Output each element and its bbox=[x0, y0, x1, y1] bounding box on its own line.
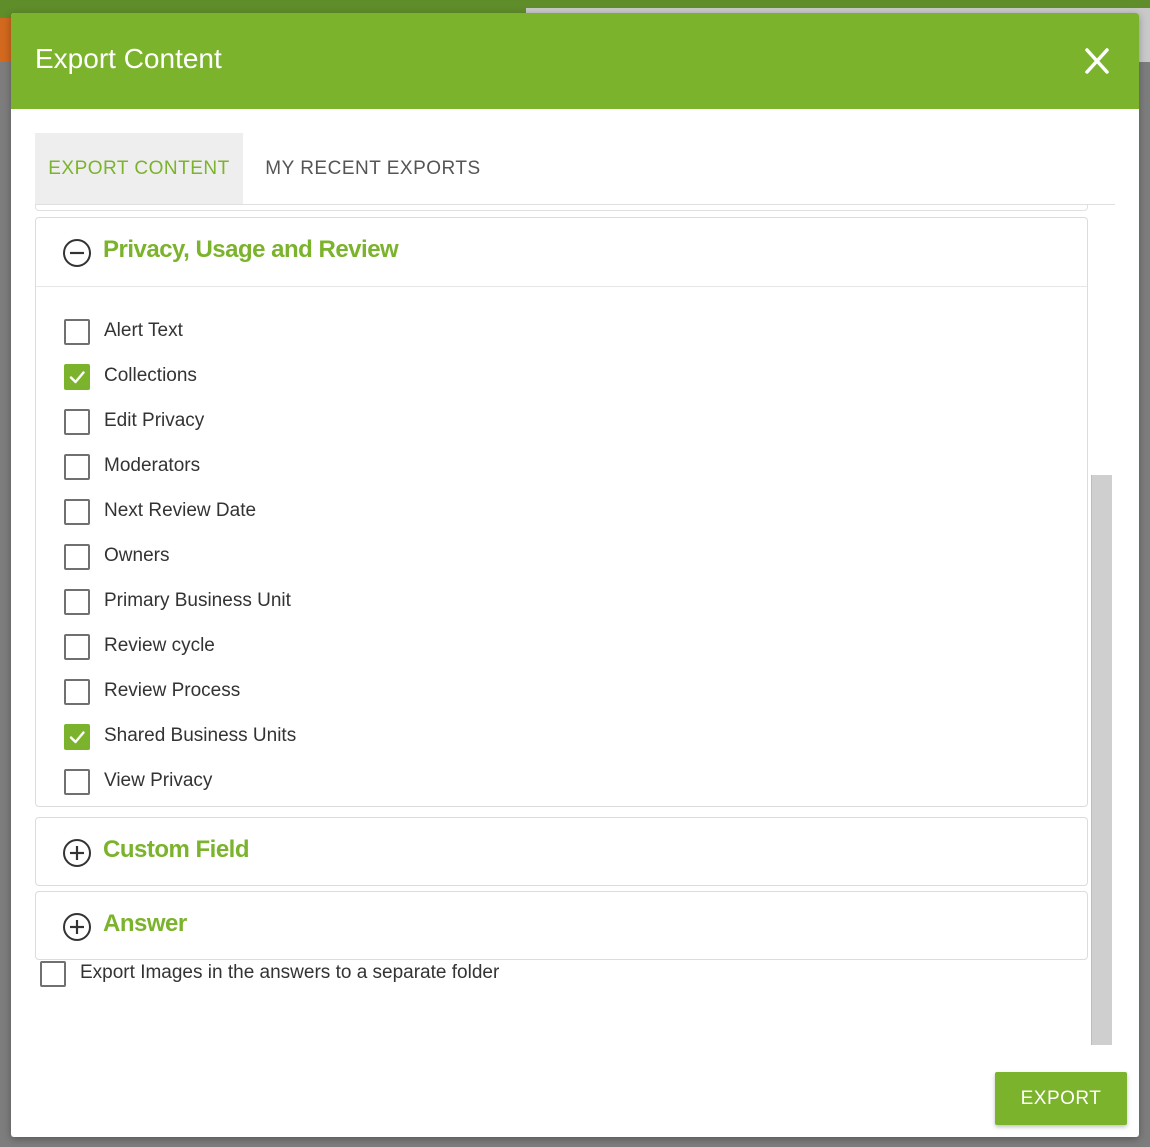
option-label: Primary Business Unit bbox=[104, 590, 291, 611]
close-icon bbox=[1085, 48, 1109, 74]
option-row[interactable]: Moderators bbox=[36, 444, 1087, 489]
export-button[interactable]: EXPORT bbox=[995, 1072, 1127, 1125]
section-answer: Answer bbox=[35, 891, 1088, 960]
option-row[interactable]: Edit Privacy bbox=[36, 399, 1087, 444]
previous-section-edge bbox=[35, 205, 1088, 211]
section-options-list: Alert Text Collections Edit Privacy Moderat… bbox=[36, 286, 1087, 806]
option-label: Shared Business Units bbox=[104, 725, 297, 746]
checkbox-unchecked[interactable] bbox=[64, 679, 90, 705]
option-row[interactable]: Primary Business Unit bbox=[36, 579, 1087, 624]
checkbox-unchecked[interactable] bbox=[64, 499, 90, 525]
export-images-label: Export Images in the answers to a separa… bbox=[80, 962, 500, 983]
close-button[interactable] bbox=[1079, 45, 1115, 77]
section-custom-field: Custom Field bbox=[35, 817, 1088, 886]
checkbox-unchecked[interactable] bbox=[64, 409, 90, 435]
checkbox-unchecked[interactable] bbox=[64, 544, 90, 570]
section-header-custom-field[interactable]: Custom Field bbox=[36, 818, 1087, 886]
option-row[interactable]: Shared Business Units bbox=[36, 714, 1087, 759]
option-label: Review cycle bbox=[104, 635, 215, 656]
tab-export-content[interactable]: EXPORT CONTENT bbox=[35, 133, 243, 204]
checkbox-checked[interactable] bbox=[64, 364, 90, 390]
section-header-privacy-usage-review[interactable]: Privacy, Usage and Review bbox=[36, 218, 1087, 286]
option-label: View Privacy bbox=[104, 770, 213, 791]
minus-circle-icon bbox=[63, 239, 91, 267]
checkbox-unchecked[interactable] bbox=[64, 589, 90, 615]
section-title: Answer bbox=[103, 910, 187, 937]
background-content-left bbox=[0, 62, 11, 1147]
background-content-right bbox=[1139, 62, 1150, 1147]
plus-circle-icon bbox=[63, 913, 91, 941]
checkmark-icon bbox=[69, 371, 85, 384]
option-row[interactable]: Review cycle bbox=[36, 624, 1087, 669]
option-row[interactable]: Next Review Date bbox=[36, 489, 1087, 534]
background-footer bbox=[0, 1137, 1150, 1147]
option-label: Alert Text bbox=[104, 320, 183, 341]
checkbox-unchecked[interactable] bbox=[64, 454, 90, 480]
checkmark-icon bbox=[69, 731, 85, 744]
tab-my-recent-exports[interactable]: MY RECENT EXPORTS bbox=[243, 133, 503, 204]
option-row[interactable]: Owners bbox=[36, 534, 1087, 579]
option-label: Review Process bbox=[104, 680, 241, 701]
modal-title: Export Content bbox=[35, 43, 222, 74]
section-header-answer[interactable]: Answer bbox=[36, 892, 1087, 960]
checkbox-unchecked[interactable] bbox=[64, 319, 90, 345]
option-row[interactable]: Collections bbox=[36, 354, 1087, 399]
option-label: Owners bbox=[104, 545, 170, 566]
option-label: Next Review Date bbox=[104, 500, 257, 521]
option-row[interactable]: Alert Text bbox=[36, 309, 1087, 354]
option-label: Edit Privacy bbox=[104, 410, 205, 431]
checkbox-checked[interactable] bbox=[64, 724, 90, 750]
checkbox-unchecked[interactable] bbox=[64, 769, 90, 795]
plus-circle-icon bbox=[63, 839, 91, 867]
export-content-modal: Export Content EXPORT CONTENT MY RECENT … bbox=[11, 13, 1139, 1137]
option-label: Moderators bbox=[104, 455, 201, 476]
option-label: Collections bbox=[104, 365, 197, 386]
checkbox-unchecked[interactable] bbox=[64, 634, 90, 660]
section-privacy-usage-review: Privacy, Usage and Review Alert Text Coll… bbox=[35, 217, 1088, 807]
export-images-option[interactable]: Export Images in the answers to a separa… bbox=[11, 957, 711, 997]
option-row[interactable]: Review Process bbox=[36, 669, 1087, 714]
export-options-scroll-area[interactable]: Privacy, Usage and Review Alert Text Coll… bbox=[11, 205, 1139, 1045]
option-row[interactable]: View Privacy bbox=[36, 759, 1087, 804]
tab-bar: EXPORT CONTENT MY RECENT EXPORTS bbox=[35, 133, 1115, 205]
section-title: Custom Field bbox=[103, 836, 250, 863]
export-images-checkbox[interactable] bbox=[40, 961, 66, 987]
modal-header: Export Content bbox=[11, 13, 1139, 109]
scrollbar[interactable] bbox=[1091, 475, 1112, 1045]
section-title: Privacy, Usage and Review bbox=[103, 236, 399, 263]
